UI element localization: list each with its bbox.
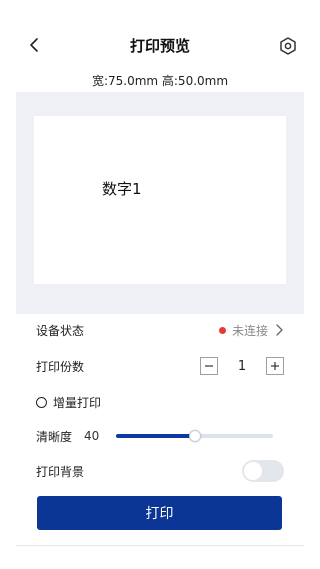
toggle-knob (244, 462, 262, 480)
device-status-label: 设备状态 (36, 323, 85, 338)
print-background-row: 打印背景 (36, 459, 284, 483)
chevron-right-icon[interactable] (274, 324, 284, 336)
decrement-button[interactable] (200, 357, 218, 375)
copies-row: 打印份数 1 (36, 354, 284, 378)
device-status-row[interactable]: 设备状态 未连接 (36, 318, 284, 342)
copies-stepper: 1 (200, 357, 284, 375)
incremental-radio[interactable] (36, 396, 47, 408)
print-preview-screen: 打印预览 宽:75.0mm 高:50.0mm 数字1 设备状态 未连接 打印份数… (16, 16, 304, 546)
copies-value[interactable]: 1 (218, 359, 266, 374)
gear-icon[interactable] (278, 36, 298, 56)
header: 打印预览 (16, 16, 304, 76)
minus-icon (205, 365, 213, 367)
clarity-slider[interactable] (116, 427, 274, 445)
clarity-value: 40 (84, 429, 100, 443)
device-status-value: 未连接 (231, 323, 268, 338)
canvas-text-element: 数字1 (102, 180, 142, 198)
print-button[interactable]: 打印 (37, 496, 282, 530)
slider-thumb[interactable] (189, 430, 202, 442)
clarity-row: 清晰度 40 (36, 424, 284, 448)
label-canvas[interactable]: 数字1 (34, 116, 286, 284)
increment-button[interactable] (266, 357, 284, 375)
incremental-print-option[interactable]: 增量打印 (36, 390, 284, 414)
page-title: 打印预览 (129, 37, 190, 55)
print-background-label: 打印背景 (36, 464, 85, 479)
incremental-label: 增量打印 (53, 395, 102, 410)
status-dot (218, 326, 226, 334)
preview-area: 数字1 (16, 92, 304, 314)
plus-icon (271, 362, 279, 370)
print-background-toggle[interactable] (242, 460, 284, 482)
label-size-text: 宽:75.0mm 高:50.0mm (91, 74, 229, 88)
slider-fill (116, 434, 196, 438)
clarity-label: 清晰度 (36, 429, 73, 444)
copies-label: 打印份数 (36, 359, 85, 374)
device-status-value-group: 未连接 (218, 322, 284, 339)
